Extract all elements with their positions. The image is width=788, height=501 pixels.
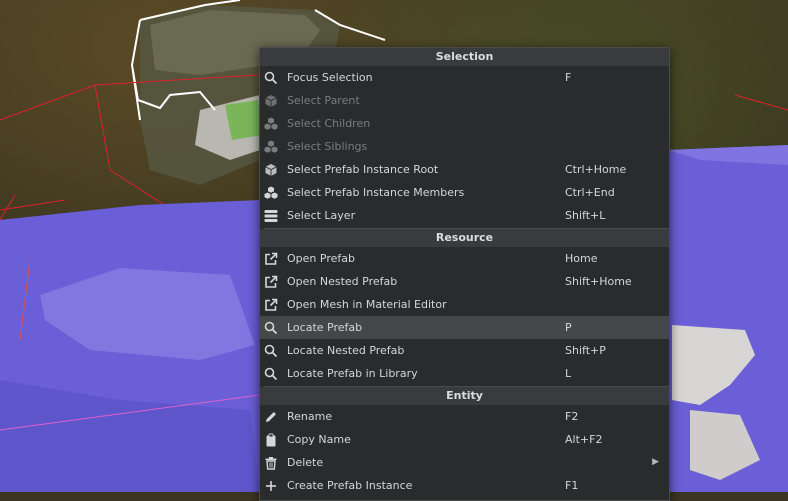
menu-item-select-siblings: Select Siblings [260, 135, 669, 158]
menu-item-shortcut: F [565, 71, 572, 84]
trash-icon [264, 456, 278, 470]
search-icon [264, 71, 278, 85]
cubes-icon [264, 117, 278, 131]
menu-item-shortcut: P [565, 321, 572, 334]
menu-item-shortcut: Home [565, 252, 598, 265]
external-link-icon [264, 298, 278, 312]
plus-icon [264, 479, 278, 493]
menu-item-shortcut: Alt+F2 [565, 433, 603, 446]
menu-item-select-layer[interactable]: Select Layer Shift+L [260, 204, 669, 227]
menu-item-label: Create Prefab Instance [287, 479, 413, 492]
menu-item-label: Select Siblings [287, 140, 368, 153]
menu-item-shortcut: Ctrl+Home [565, 163, 627, 176]
menu-item-select-prefab-instance-members[interactable]: Select Prefab Instance Members Ctrl+End [260, 181, 669, 204]
menu-item-locate-prefab[interactable]: Locate Prefab P [260, 316, 669, 339]
menu-item-label: Copy Name [287, 433, 351, 446]
context-menu: Selection Focus Selection F Select Parent Se… [259, 47, 670, 501]
menu-item-label: Select Prefab Instance Root [287, 163, 439, 176]
section-header-resource: Resource [260, 229, 669, 247]
layers-icon [264, 209, 278, 223]
menu-item-delete[interactable]: Delete ▶ [260, 451, 669, 474]
menu-item-shortcut: Ctrl+End [565, 186, 615, 199]
menu-item-shortcut: L [565, 367, 572, 380]
menu-item-label: Select Prefab Instance Members [287, 186, 465, 199]
menu-item-label: Delete [287, 456, 324, 469]
menu-item-focus-selection[interactable]: Focus Selection F [260, 66, 669, 89]
menu-item-label: Rename [287, 410, 333, 423]
menu-item-rename[interactable]: Rename F2 [260, 405, 669, 428]
menu-item-label: Focus Selection [287, 71, 373, 84]
external-link-icon [264, 252, 278, 266]
menu-item-shortcut: Shift+L [565, 209, 606, 222]
menu-item-open-nested-prefab[interactable]: Open Nested Prefab Shift+Home [260, 270, 669, 293]
menu-item-shortcut: Shift+P [565, 344, 606, 357]
menu-item-open-prefab[interactable]: Open Prefab Home [260, 247, 669, 270]
menu-item-shortcut: F1 [565, 479, 579, 492]
menu-item-label: Select Layer [287, 209, 356, 222]
menu-item-locate-prefab-in-library[interactable]: Locate Prefab in Library L [260, 362, 669, 385]
menu-item-label: Select Children [287, 117, 371, 130]
menu-item-shortcut: Shift+Home [565, 275, 632, 288]
menu-item-label: Locate Prefab in Library [287, 367, 418, 380]
menu-item-label: Open Nested Prefab [287, 275, 398, 288]
pencil-icon [264, 410, 278, 424]
cubes-icon [264, 140, 278, 154]
menu-item-label: Open Prefab [287, 252, 355, 265]
external-link-icon [264, 275, 278, 289]
cube-icon [264, 94, 278, 108]
menu-item-select-children: Select Children [260, 112, 669, 135]
menu-item-copy-name[interactable]: Copy Name Alt+F2 [260, 428, 669, 451]
search-icon [264, 321, 278, 335]
clipboard-icon [264, 433, 278, 447]
search-icon [264, 367, 278, 381]
menu-item-label: Select Parent [287, 94, 360, 107]
cube-icon [264, 163, 278, 177]
menu-item-locate-nested-prefab[interactable]: Locate Nested Prefab Shift+P [260, 339, 669, 362]
cubes-icon [264, 186, 278, 200]
menu-item-select-parent: Select Parent [260, 89, 669, 112]
menu-item-shortcut: F2 [565, 410, 579, 423]
menu-item-select-prefab-instance-root[interactable]: Select Prefab Instance Root Ctrl+Home [260, 158, 669, 181]
menu-item-open-mesh-in-material-editor[interactable]: Open Mesh in Material Editor [260, 293, 669, 316]
menu-item-label: Open Mesh in Material Editor [287, 298, 447, 311]
section-header-entity: Entity [260, 387, 669, 405]
submenu-arrow-icon: ▶ [652, 457, 659, 467]
menu-item-label: Locate Nested Prefab [287, 344, 405, 357]
search-icon [264, 344, 278, 358]
menu-item-label: Locate Prefab [287, 321, 363, 334]
menu-item-create-prefab-instance[interactable]: Create Prefab Instance F1 [260, 474, 669, 497]
section-header-selection: Selection [260, 48, 669, 66]
